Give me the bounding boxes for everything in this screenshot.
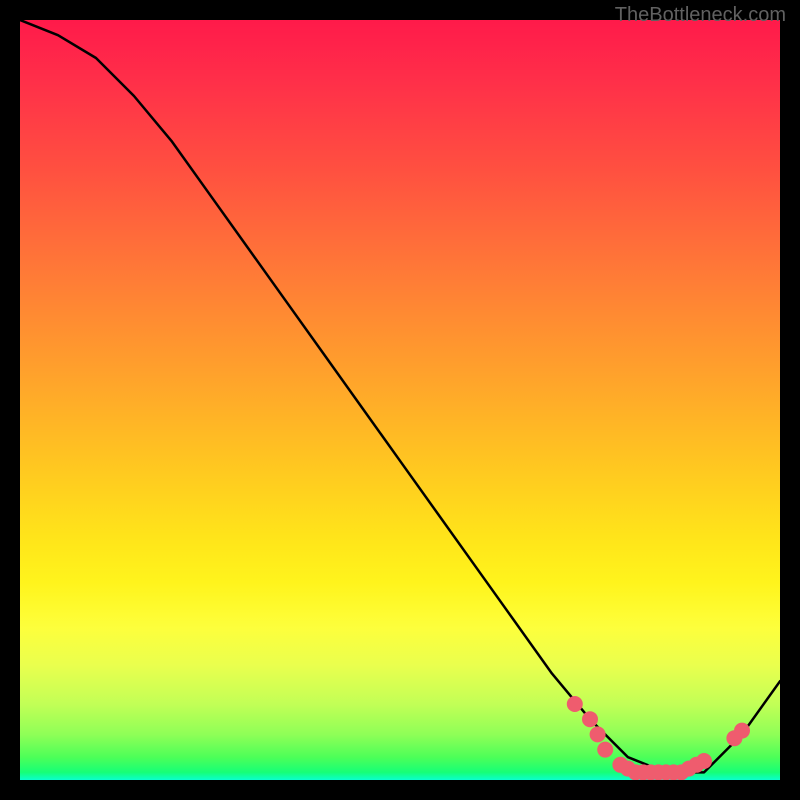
curve-line: [20, 20, 780, 772]
data-point: [582, 711, 598, 727]
chart-svg: [20, 20, 780, 780]
watermark-text: TheBottleneck.com: [615, 4, 786, 27]
chart-area: [20, 20, 780, 780]
data-point: [567, 696, 583, 712]
data-point: [597, 742, 613, 758]
data-point: [734, 723, 750, 739]
data-point: [696, 753, 712, 769]
data-point: [590, 726, 606, 742]
